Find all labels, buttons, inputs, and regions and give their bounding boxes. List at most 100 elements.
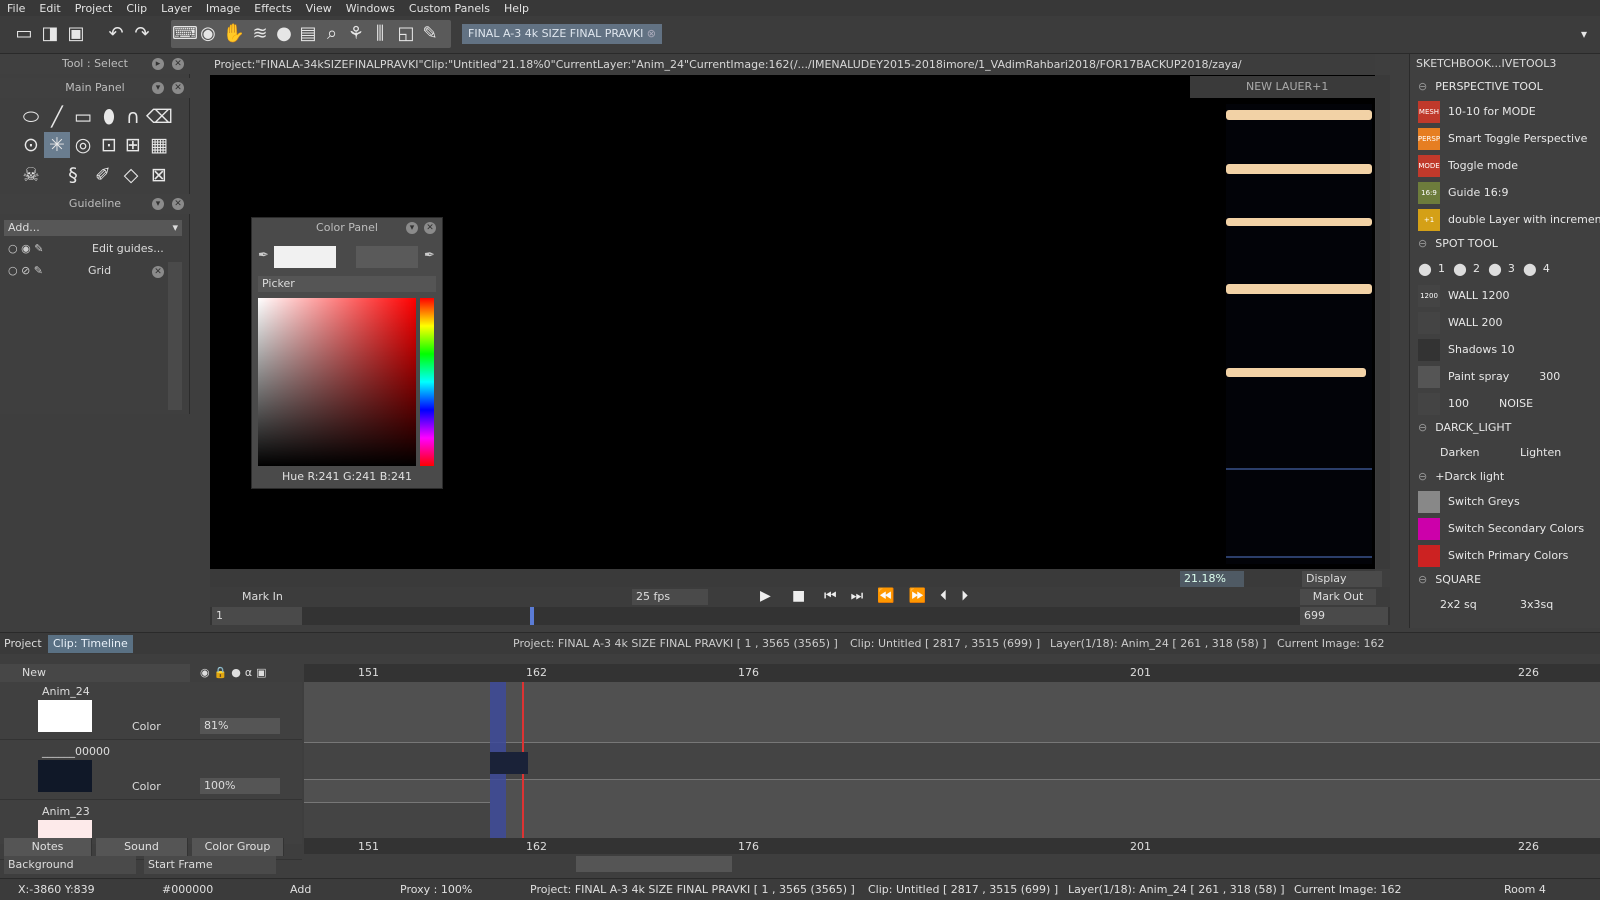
close-icon[interactable]: ✕ [172, 58, 184, 70]
transform-icon[interactable]: ◎ [70, 132, 96, 158]
pen-icon[interactable]: ✐ [90, 162, 116, 188]
lasso-icon[interactable]: ⬭ [18, 104, 44, 130]
color-group-tab[interactable]: Color Group [192, 838, 284, 856]
notes-tab[interactable]: Notes [4, 838, 92, 856]
mark-out-button[interactable]: Mark Out [1300, 589, 1376, 605]
collapse-icon[interactable]: ▾ [152, 198, 164, 210]
scale-icon[interactable]: ⊡ [96, 132, 122, 158]
frame-end-field[interactable]: 699 [1300, 607, 1388, 625]
background-swatch[interactable] [356, 246, 418, 268]
ellipse-tool-icon[interactable]: ⬮ [96, 104, 122, 130]
new-layer-dropdown[interactable]: New [0, 664, 190, 682]
scrollbar[interactable] [168, 262, 182, 410]
section-header[interactable]: ⊖ DARCK_LIGHT [1410, 417, 1600, 437]
tool-button[interactable]: 100 NOISE [1410, 390, 1600, 417]
tool-button[interactable]: 3x3sq [1520, 598, 1553, 611]
eraser-icon[interactable]: ⌫ [146, 104, 173, 130]
tool-button[interactable]: Switch Primary Colors [1410, 542, 1600, 569]
scrub-bar[interactable] [210, 607, 1390, 625]
menu-item-windows[interactable]: Windows [339, 2, 402, 15]
search-icon[interactable]: ⌕ [320, 22, 344, 46]
undo-icon[interactable]: ↶ [104, 22, 128, 46]
layer-row[interactable]: Anim_24 Color 81% [0, 682, 302, 740]
layer-name[interactable]: Anim_24 [42, 685, 90, 698]
section-header[interactable]: ⊖ SQUARE [1410, 569, 1600, 589]
layer-thumbnail[interactable] [38, 760, 92, 792]
picker-mode-dropdown[interactable]: Picker [258, 276, 436, 292]
line-tool-icon[interactable]: ╱ [44, 104, 70, 130]
skull-icon[interactable]: ☠ [18, 162, 44, 188]
play-icon[interactable]: ▶ [760, 588, 771, 604]
spot-brush-icon[interactable]: ● [1488, 259, 1502, 278]
hand-icon[interactable]: ✋ [222, 22, 246, 46]
zoom-field[interactable]: 21.18% [1180, 571, 1244, 587]
tool-button[interactable]: Shadows 10 [1410, 336, 1600, 363]
close-icon[interactable]: ✕ [152, 266, 164, 278]
tool-button[interactable]: MODE Toggle mode [1410, 152, 1600, 179]
chart-icon[interactable]: ◱ [394, 22, 418, 46]
close-icon[interactable]: ⊗ [647, 24, 656, 44]
tool-button[interactable]: WALL 200 [1410, 309, 1600, 336]
spot-brush-icon[interactable]: ● [1523, 259, 1537, 278]
tool-button[interactable]: Paint spray 300 [1410, 363, 1600, 390]
opacity-field[interactable]: 81% [200, 718, 280, 734]
menu-item-clip[interactable]: Clip [119, 2, 154, 15]
menu-item-file[interactable]: File [0, 2, 32, 15]
timeline-hscroll[interactable] [576, 856, 732, 872]
fps-dropdown[interactable]: 25 fps [632, 589, 708, 605]
blend-mode-label[interactable]: Color [132, 780, 161, 793]
bucket-icon[interactable]: ◇ [118, 162, 144, 188]
redo-icon[interactable]: ↷ [130, 22, 154, 46]
eyedropper-icon[interactable]: ✒ [258, 248, 269, 263]
tool-button[interactable]: Switch Secondary Colors [1410, 515, 1600, 542]
library-icon[interactable]: ⫼ [368, 22, 392, 46]
collapse-icon[interactable]: ▾ [406, 222, 418, 234]
rectangle-tool-icon[interactable]: ▭ [70, 104, 96, 130]
close-icon[interactable]: ✕ [172, 198, 184, 210]
frame-start-field[interactable]: 1 [212, 607, 302, 625]
sound-tab[interactable]: Sound [96, 838, 188, 856]
layer-row[interactable]: ______00000 Color 100% [0, 742, 302, 800]
scrub-playhead[interactable] [530, 607, 534, 625]
close-icon[interactable]: ✕ [172, 82, 184, 94]
start-frame-dropdown[interactable]: Start Frame [144, 856, 276, 874]
select-tool-icon[interactable]: ⊙ [18, 132, 44, 158]
collapse-icon[interactable]: ▾ [152, 82, 164, 94]
display-dropdown[interactable]: Display [1302, 571, 1382, 587]
room-dropdown[interactable]: Room 4 [1504, 883, 1546, 896]
open-file-icon[interactable]: ◨ [38, 22, 62, 46]
transport-controls[interactable]: ⏮⏭⏪⏩⏴⏵ [824, 588, 982, 604]
layers-icon[interactable]: ≋ [248, 22, 272, 46]
tool-button[interactable]: PERSP Smart Toggle Perspective [1410, 125, 1600, 152]
layer-name[interactable]: Anim_23 [42, 805, 90, 818]
tool-button[interactable]: Lighten [1520, 446, 1561, 459]
viewport-scrollbar[interactable] [1376, 75, 1390, 569]
new-layer-tab[interactable]: NEW LAUER+1 [1190, 76, 1380, 98]
layer-name[interactable]: ______00000 [42, 745, 110, 758]
stop-icon[interactable]: ■ [792, 588, 805, 604]
eye-icon[interactable]: ○ ◉ ✎ [8, 242, 43, 255]
magic-wand-icon[interactable]: ✳ [44, 132, 70, 158]
mark-in-button[interactable]: Mark In [242, 590, 283, 603]
project-tab[interactable]: FINAL A-3 4k SIZE FINAL PRAVKI ⊗ [462, 24, 662, 44]
section-header[interactable]: ⊖ SPOT TOOL [1410, 233, 1600, 253]
edit-guides-link[interactable]: Edit guides... [92, 242, 164, 255]
menu-item-layer[interactable]: Layer [154, 2, 199, 15]
section-header[interactable]: ⊖ PERSPECTIVE TOOL [1410, 76, 1600, 96]
blend-mode-label[interactable]: Color [132, 720, 161, 733]
add-button[interactable]: Add [290, 883, 311, 896]
hue-slider[interactable] [420, 298, 434, 466]
tab-clip-timeline[interactable]: Clip: Timeline [48, 635, 133, 653]
background-dropdown[interactable]: Background [4, 856, 136, 874]
tool-button[interactable]: MESH 10-10 for MODE [1410, 98, 1600, 125]
color-wheel-icon[interactable]: ◉ [196, 22, 220, 46]
tool-button[interactable]: 2x2 sq [1440, 598, 1512, 611]
menu-item-project[interactable]: Project [68, 2, 120, 15]
spot-brush-icon[interactable]: ● [1453, 259, 1467, 278]
panel-arrow-icon[interactable]: ▸ [152, 58, 164, 70]
tool-button[interactable]: Switch Greys [1410, 488, 1600, 515]
puppet-icon[interactable]: ⚘ [344, 22, 368, 46]
tool-button[interactable]: +1 double Layer with incremental n [1410, 206, 1600, 233]
new-file-icon[interactable]: ▭ [12, 22, 36, 46]
track-cell-image[interactable] [490, 752, 528, 774]
